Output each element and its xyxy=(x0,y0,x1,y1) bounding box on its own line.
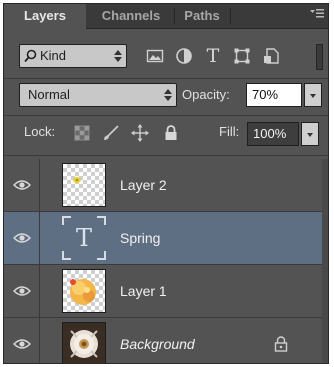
fill-label: Fill: xyxy=(219,124,240,139)
layer-row-layer-2[interactable]: Layer 2 xyxy=(4,159,328,212)
lock-label: Lock: xyxy=(24,124,56,139)
flower-icon xyxy=(73,177,81,183)
divider xyxy=(4,155,328,156)
fill-input[interactable]: 100% xyxy=(247,122,299,146)
panel-menu-icon[interactable] xyxy=(310,8,324,22)
layer-thumbnail xyxy=(62,322,106,363)
panel-tab-bar: Layers Channels Paths xyxy=(4,4,328,29)
layers-panel: Layers Channels Paths Kind T Normal Opac… xyxy=(3,3,329,364)
fill-slider-button[interactable] xyxy=(301,122,319,146)
opacity-label: Opacity: xyxy=(182,87,230,102)
text-layer-thumbnail: T xyxy=(62,216,106,260)
blend-mode-value: Normal xyxy=(28,87,70,102)
eye-icon[interactable] xyxy=(13,284,31,298)
divider xyxy=(4,115,328,116)
search-icon xyxy=(24,49,37,63)
layer-thumbnail xyxy=(62,163,106,207)
dropdown-arrows-icon xyxy=(114,50,122,62)
opacity-slider-button[interactable] xyxy=(304,83,322,107)
flower-photo-icon xyxy=(63,323,105,363)
chevron-down-icon xyxy=(310,94,316,98)
lock-all-icon[interactable] xyxy=(162,124,180,142)
divider xyxy=(4,78,328,79)
tab-separator xyxy=(174,8,175,24)
smart-object-filter-icon[interactable] xyxy=(261,46,281,66)
chevron-down-icon xyxy=(307,133,313,137)
layer-thumbnail xyxy=(62,269,106,313)
layer-name: Layer 2 xyxy=(120,177,167,193)
tab-separator xyxy=(230,8,231,24)
dropdown-arrows-icon xyxy=(164,89,172,101)
tab-layers[interactable]: Layers xyxy=(4,4,86,29)
layer-lock-icon[interactable] xyxy=(274,336,288,352)
pixel-filter-icon[interactable] xyxy=(145,46,165,66)
lock-image-pixels-icon[interactable] xyxy=(102,124,120,142)
tab-channels[interactable]: Channels xyxy=(88,4,174,28)
type-layer-glyph: T xyxy=(75,224,92,252)
filter-kind-label: Kind xyxy=(40,48,67,63)
layer-name: Background xyxy=(120,336,195,352)
type-filter-icon[interactable]: T xyxy=(203,46,223,66)
visibility-column xyxy=(4,159,40,212)
layer-row-spring[interactable]: T Spring xyxy=(4,212,328,265)
blend-mode-dropdown[interactable]: Normal xyxy=(19,83,177,107)
visibility-column xyxy=(4,265,40,318)
layers-scrollbar[interactable] xyxy=(322,159,328,363)
tab-paths[interactable]: Paths xyxy=(176,4,228,28)
layer-row-background[interactable]: Background xyxy=(4,318,328,363)
layer-name: Spring xyxy=(120,230,161,246)
visibility-column xyxy=(4,318,40,363)
layer-name: Layer 1 xyxy=(120,283,167,299)
eye-icon[interactable] xyxy=(13,178,31,192)
layer-row-layer-1[interactable]: Layer 1 xyxy=(4,265,328,318)
adjustment-filter-icon[interactable] xyxy=(174,46,194,66)
lock-position-icon[interactable] xyxy=(131,124,149,142)
eye-icon[interactable] xyxy=(13,231,31,245)
filter-toggle-switch[interactable] xyxy=(316,44,323,70)
filter-kind-dropdown[interactable]: Kind xyxy=(19,44,127,68)
flower-icon xyxy=(70,279,96,305)
eye-icon[interactable] xyxy=(13,337,31,351)
layers-list: Layer 2 T Spring Layer 1 Background xyxy=(4,159,328,363)
visibility-column xyxy=(4,212,40,265)
opacity-input[interactable]: 70% xyxy=(246,83,302,107)
lock-transparent-pixels-icon[interactable] xyxy=(73,124,91,142)
shape-filter-icon[interactable] xyxy=(232,46,252,66)
